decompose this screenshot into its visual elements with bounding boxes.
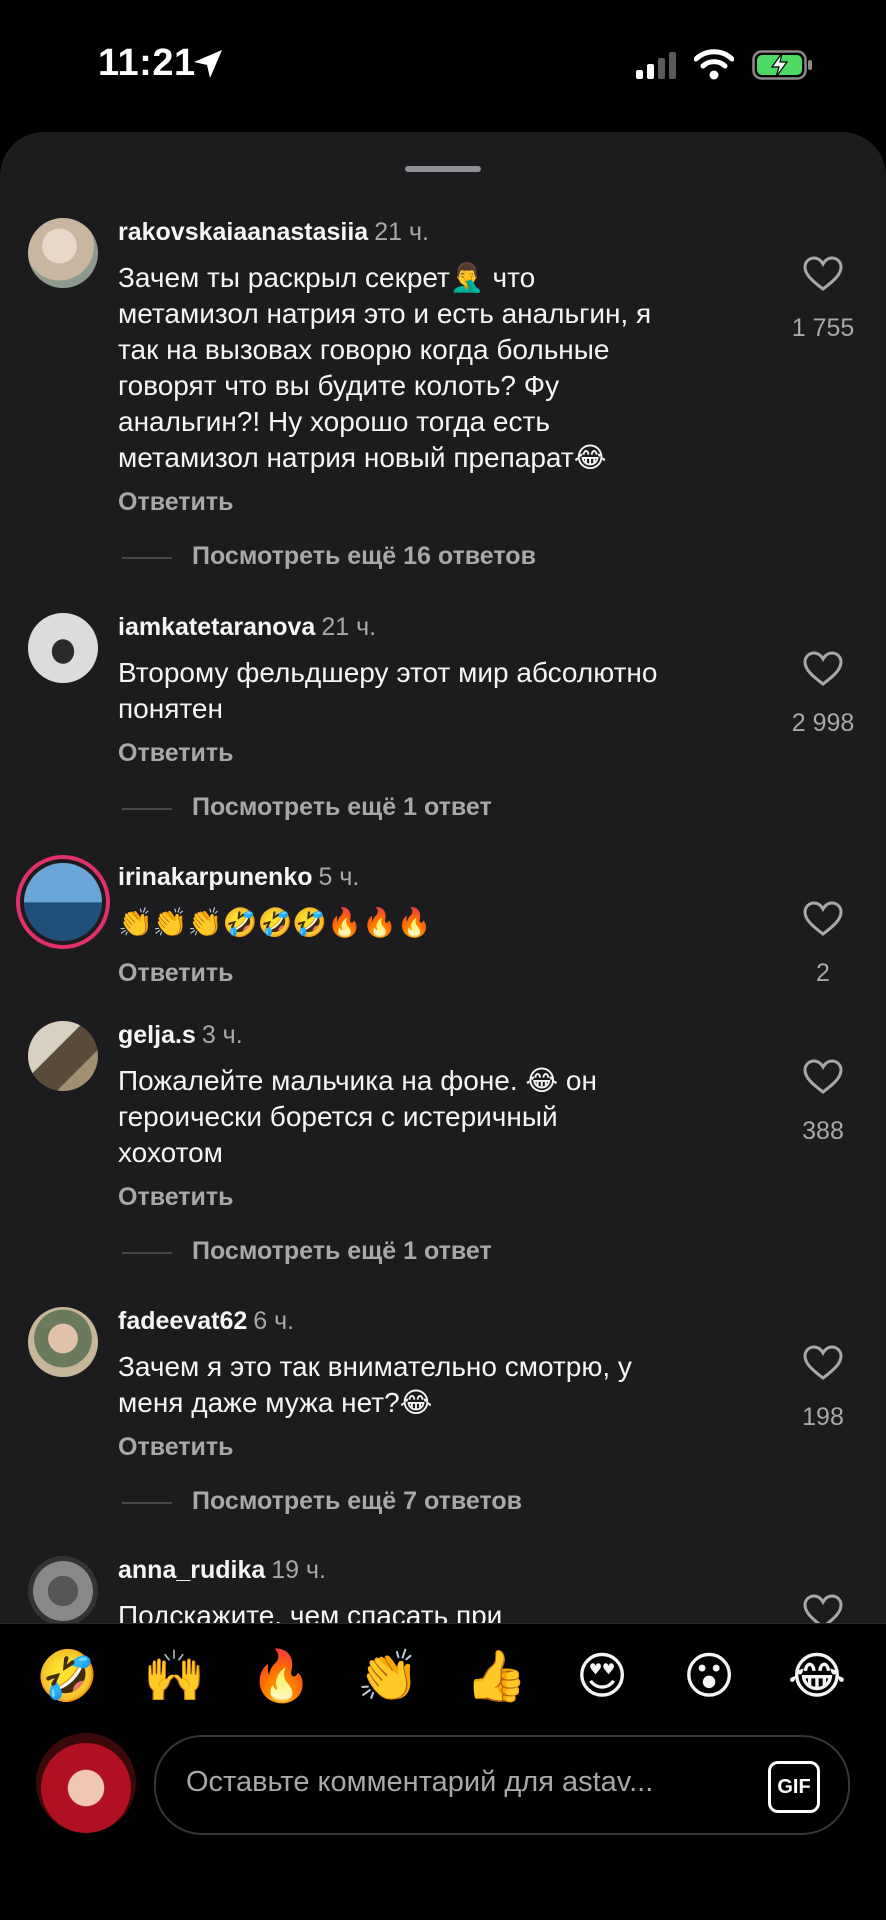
like-count: 2 998 [791, 709, 855, 737]
like-count: 2 [816, 959, 830, 987]
comment-username[interactable]: anna_rudika 19 ч. [118, 1556, 326, 1585]
username-text[interactable]: rakovskaiaanastasiia [118, 218, 368, 246]
comment-input[interactable]: Оставьте комментарий для astav... GIF [154, 1735, 850, 1835]
heart-icon[interactable] [803, 901, 843, 937]
emoji-fire-button[interactable]: 🔥 [250, 1646, 312, 1706]
comment-line: говорят что вы будите колоть? Фу [118, 370, 560, 401]
sheet-grabber[interactable] [405, 166, 481, 172]
comment-text: Зачем я это так внимательно смотрю, у ме… [118, 1349, 758, 1421]
comment-line: Пожалейте мальчика на фоне. 😂 он [118, 1065, 597, 1096]
wifi-icon [694, 49, 734, 80]
comment-line: героически борется с истеричный [118, 1101, 558, 1132]
emoji-surprised-button[interactable]: 😮 [679, 1646, 739, 1706]
divider [122, 808, 172, 810]
emoji-clap-button[interactable]: 👏 [357, 1646, 419, 1706]
heart-icon[interactable] [803, 256, 843, 292]
username-text[interactable]: irinakarpunenko [118, 863, 313, 891]
comment-line: понятен [118, 693, 223, 724]
comment-username[interactable]: fadeevat62 6 ч. [118, 1307, 294, 1336]
emoji-heart-eyes-button[interactable]: 😍 [572, 1646, 632, 1706]
reply-button[interactable]: Ответить [118, 959, 234, 988]
avatar[interactable] [28, 1307, 98, 1377]
comment-line: так на вызовах говорю когда больные [118, 334, 610, 365]
current-user-avatar [36, 1733, 136, 1833]
status-time: 11:21 [98, 42, 196, 84]
like-count: 388 [802, 1117, 844, 1145]
avatar[interactable] [28, 1021, 98, 1091]
comment-line: хохотом [118, 1137, 223, 1168]
comment-text: Второму фельдшеру этот мир абсолютно пон… [118, 655, 758, 727]
comment-line: меня даже мужа нет?😂 [118, 1387, 433, 1418]
comment-time: 3 ч. [201, 1021, 243, 1049]
heart-icon[interactable] [803, 651, 843, 687]
comment-line: Зачем ты раскрыл секрет🤦‍♂️ что [118, 262, 536, 293]
username-text[interactable]: iamkatetaranova [118, 613, 315, 641]
emoji-raised-hands-button[interactable]: 🙌 [143, 1646, 205, 1706]
comment-username[interactable]: iamkatetaranova 21 ч. [118, 613, 376, 642]
comment-line: метамизол натрия это и есть анальгин, я [118, 298, 652, 329]
heart-icon[interactable] [803, 1059, 843, 1095]
heart-icon[interactable] [803, 1345, 843, 1381]
comment-text: Зачем ты раскрыл секрет🤦‍♂️ что метамизо… [118, 260, 758, 476]
comment-time: 21 ч. [374, 218, 429, 246]
divider [122, 1502, 172, 1504]
comment-text: Пожалейте мальчика на фоне. 😂 он героиче… [118, 1063, 758, 1171]
status-bar: 11:21 [0, 0, 886, 130]
avatar-with-story[interactable] [24, 863, 102, 941]
username-text[interactable]: fadeevat62 [118, 1307, 247, 1335]
avatar[interactable] [28, 613, 98, 683]
avatar[interactable] [28, 1556, 98, 1626]
cellular-signal-icon [636, 52, 676, 79]
avatar[interactable] [28, 218, 98, 288]
comment-line: анальгин?! Ну хорошо тогда есть [118, 406, 550, 437]
comment-username[interactable]: gelja.s 3 ч. [118, 1021, 243, 1050]
view-replies-label[interactable]: Посмотреть ещё 1 ответ [192, 1237, 492, 1266]
comment-time: 6 ч. [253, 1307, 295, 1335]
emoji-thumbs-up-button[interactable]: 👍 [465, 1646, 527, 1706]
comment-line: метамизол натрия новый препарат😂 [118, 442, 607, 473]
comment-line: 👏👏👏🤣🤣🤣🔥🔥🔥 [118, 907, 432, 938]
comment-time: 21 ч. [321, 613, 377, 641]
comment-text: 👏👏👏🤣🤣🤣🔥🔥🔥 [118, 905, 758, 941]
comment-time: 19 ч. [271, 1556, 327, 1584]
emoji-joy-button[interactable]: 😂 [787, 1646, 847, 1706]
reply-button[interactable]: Ответить [118, 1183, 234, 1212]
emoji-rofl-button[interactable]: 🤣 [36, 1646, 98, 1706]
reply-button[interactable]: Ответить [118, 739, 234, 768]
like-count: 198 [802, 1403, 844, 1431]
comment-line: Второму фельдшеру этот мир абсолютно [118, 657, 658, 688]
username-text[interactable]: anna_rudika [118, 1556, 265, 1584]
comment-line: Зачем я это так внимательно смотрю, у [118, 1351, 632, 1382]
view-replies-label[interactable]: Посмотреть ещё 1 ответ [192, 793, 492, 822]
comment-placeholder: Оставьте комментарий для astav... [186, 1766, 654, 1798]
gif-button[interactable]: GIF [768, 1761, 820, 1813]
like-count: 1 755 [791, 314, 855, 342]
divider [122, 557, 172, 559]
quick-emoji-bar: 🤣 🙌 🔥 👏 👍 😍 😮 😂 [0, 1623, 886, 1734]
battery-charging-icon [752, 50, 812, 80]
view-replies-label[interactable]: Посмотреть ещё 16 ответов [192, 542, 536, 571]
reply-button[interactable]: Ответить [118, 1433, 234, 1462]
divider [122, 1252, 172, 1254]
comment-username[interactable]: rakovskaiaanastasiia 21 ч. [118, 218, 429, 247]
comment-time: 5 ч. [318, 863, 360, 891]
view-replies-label[interactable]: Посмотреть ещё 7 ответов [192, 1487, 522, 1516]
location-arrow-icon [194, 50, 222, 78]
username-text[interactable]: gelja.s [118, 1021, 196, 1049]
reply-button[interactable]: Ответить [118, 488, 234, 517]
comment-username[interactable]: irinakarpunenko 5 ч. [118, 863, 359, 892]
comment-composer: Оставьте комментарий для astav... GIF [0, 1733, 886, 1920]
